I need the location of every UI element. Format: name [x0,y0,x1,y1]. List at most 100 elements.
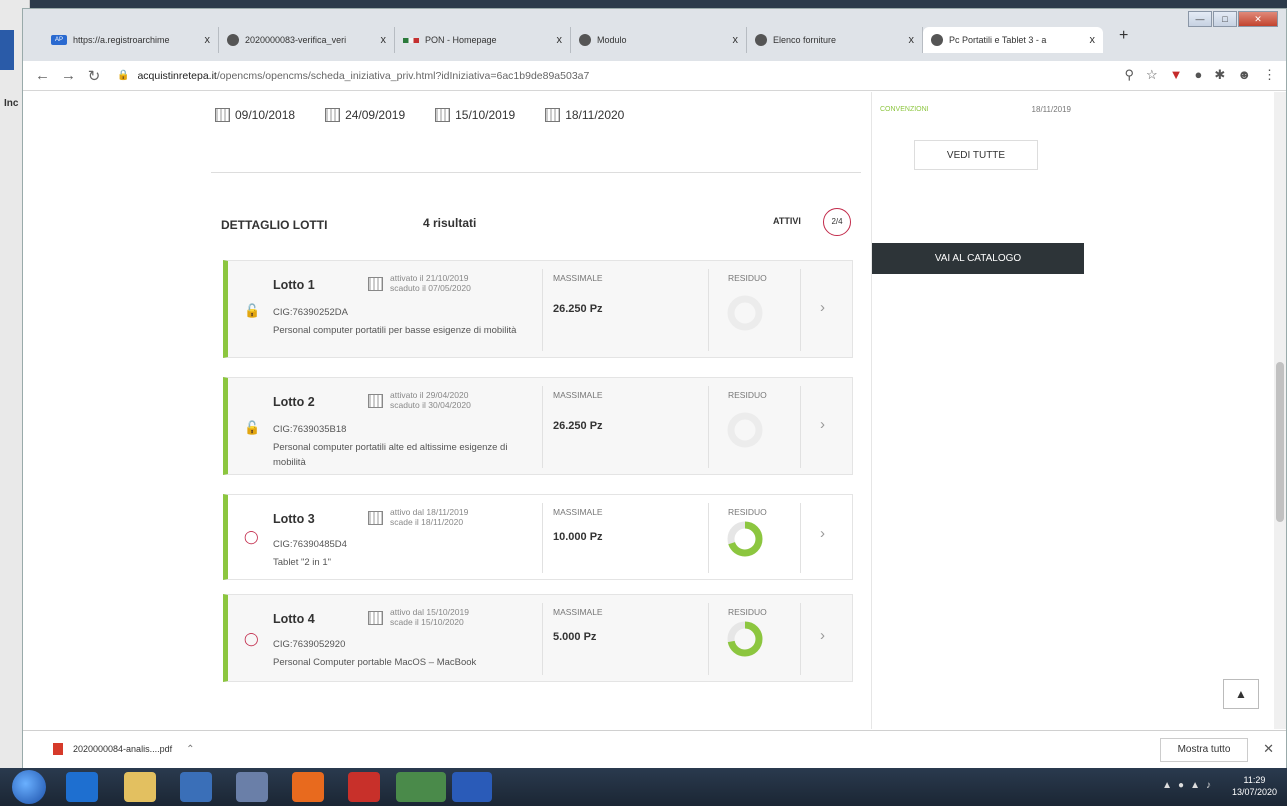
shield-icon[interactable]: ▼ [1170,67,1183,83]
new-tab-button[interactable]: + [1119,27,1128,45]
star-icon[interactable]: ☆ [1146,67,1158,83]
lotto-card[interactable]: ◯ Lotto 4 attivo dal 15/10/2019 scade il … [223,594,853,682]
check-circle-icon: ◯ [244,529,259,544]
check-circle-icon: ◯ [244,631,259,646]
lotto-card[interactable]: ◯ Lotto 3 attivo dal 18/11/2019 scade il … [223,494,853,580]
window-close-icon[interactable]: ✕ [1238,11,1278,27]
tab-verifica[interactable]: 2020000083-verifica_veri x [219,27,395,53]
lotto-cig: CIG:7639052920 [273,639,346,650]
menu-icon[interactable]: ⋮ [1263,67,1276,83]
close-icon[interactable]: x [909,34,915,46]
convenzioni-date: 18/11/2019 [1031,105,1071,114]
tab-pc-portatili[interactable]: Pc Portatili e Tablet 3 - a x [923,27,1103,53]
tab-label: Elenco forniture [773,35,837,45]
chevron-right-icon[interactable]: › [820,299,825,316]
vedi-tutte-button[interactable]: VEDI TUTTE [914,140,1038,170]
close-icon[interactable]: ✕ [1263,741,1274,757]
divider [708,269,709,351]
tab-registro[interactable]: AP https://a.registroarchime x [43,27,219,53]
url-domain: acquistinretepa.it [137,69,217,82]
divider [542,603,543,675]
maximize-icon[interactable]: □ [1213,11,1237,27]
lotto-card[interactable]: 🔓 Lotto 1 attivato il 21/10/2019 scaduto … [223,260,853,358]
tab-label: PON - Homepage [425,35,497,45]
minimize-icon[interactable]: — [1188,11,1212,27]
donut-track [727,295,763,331]
start-button[interactable] [12,770,46,804]
calendar-icon [368,277,383,291]
forward-icon[interactable]: → [61,67,76,84]
globe-icon [227,34,239,46]
chevron-right-icon[interactable]: › [820,525,825,542]
divider [800,603,801,675]
reload-icon[interactable]: ↻ [87,67,101,85]
chevron-up-icon[interactable]: ⌃ [186,744,194,755]
tab-label: Modulo [597,35,627,45]
app-icon[interactable] [236,772,268,802]
divider [542,269,543,351]
chevron-right-icon[interactable]: › [820,627,825,644]
scrollbar-thumb[interactable] [1276,362,1284,522]
media-icon[interactable] [180,772,212,802]
divider [211,172,861,173]
lotto-dates: attivo dal 15/10/2019 scade il 15/10/2020 [390,607,469,627]
divider [800,503,801,573]
tab-modulo[interactable]: Modulo x [571,27,747,53]
divider [800,269,801,351]
scroll-to-top-button[interactable]: ▲ [1223,679,1259,709]
residuo-label: RESIDUO [728,607,767,617]
close-icon[interactable]: x [1090,34,1096,46]
lotto-cig: CIG:76390252DA [273,307,348,318]
divider [542,503,543,573]
clock[interactable]: 11:29 13/07/2020 [1232,774,1277,798]
lotto-card[interactable]: 🔓 Lotto 2 attivato il 29/04/2020 scaduto … [223,377,853,475]
download-bar: 2020000084-analis....pdf ⌃ Mostra tutto … [23,730,1286,768]
profile-icon[interactable]: ☻ [1237,67,1251,83]
vai-al-catalogo-button[interactable]: VAI AL CATALOGO [872,243,1084,274]
date-text: 24/09/2019 [345,108,406,122]
lotto-title: Lotto 4 [273,612,315,626]
date-end: scaduto il 30/04/2020 [390,400,471,410]
window-controls: — □ ✕ [1187,11,1278,27]
date-start: attivato il 21/10/2019 [390,273,469,283]
pdf-icon [53,743,63,755]
extension-icon[interactable]: ● [1195,67,1203,83]
residuo-donut [727,295,763,331]
chevron-right-icon[interactable]: › [820,416,825,433]
explorer-icon[interactable] [124,772,156,802]
zoom-icon[interactable]: ⚲ [1124,67,1134,83]
word-icon[interactable] [452,772,492,802]
chrome-icon[interactable] [396,772,446,802]
url-field[interactable]: acquistinretepa.it/opencms/opencms/sched… [137,70,589,82]
lock-icon: 🔓 [244,420,261,435]
date-item: 09/10/2018 [215,108,295,122]
scrollbar[interactable] [1274,92,1286,729]
close-icon[interactable]: x [205,34,211,46]
firefox-icon[interactable] [292,772,324,802]
system-tray[interactable]: ▲●▲♪ [1162,780,1217,791]
calendar-icon [325,108,341,122]
back-icon[interactable]: ← [35,67,50,84]
tab-pon[interactable]: PON - Homepage x [395,27,571,53]
ap-icon: AP [51,35,67,45]
divider [708,603,709,675]
taskbar: ▲●▲♪ 11:29 13/07/2020 [0,768,1287,806]
lotto-description: Tablet "2 in 1" [273,557,331,568]
download-item[interactable]: 2020000084-analis....pdf ⌃ [53,743,194,755]
tab-label: 2020000083-verifica_veri [245,35,347,45]
massimale-label: MASSIMALE [553,607,603,617]
close-icon[interactable]: x [733,34,739,46]
residuo-label: RESIDUO [728,390,767,400]
mostra-tutto-button[interactable]: Mostra tutto [1160,738,1248,762]
residuo-donut [727,621,763,657]
date-text: 09/10/2018 [235,108,296,122]
close-icon[interactable]: x [381,34,387,46]
ie-icon[interactable] [66,772,98,802]
clock-time: 11:29 [1243,775,1266,785]
lock-icon: 🔓 [244,303,261,318]
close-icon[interactable]: x [557,34,563,46]
tab-elenco[interactable]: Elenco forniture x [747,27,923,53]
acrobat-icon[interactable] [348,772,380,802]
lotto-title: Lotto 3 [273,512,315,526]
puzzle-icon[interactable]: ✱ [1214,67,1225,83]
